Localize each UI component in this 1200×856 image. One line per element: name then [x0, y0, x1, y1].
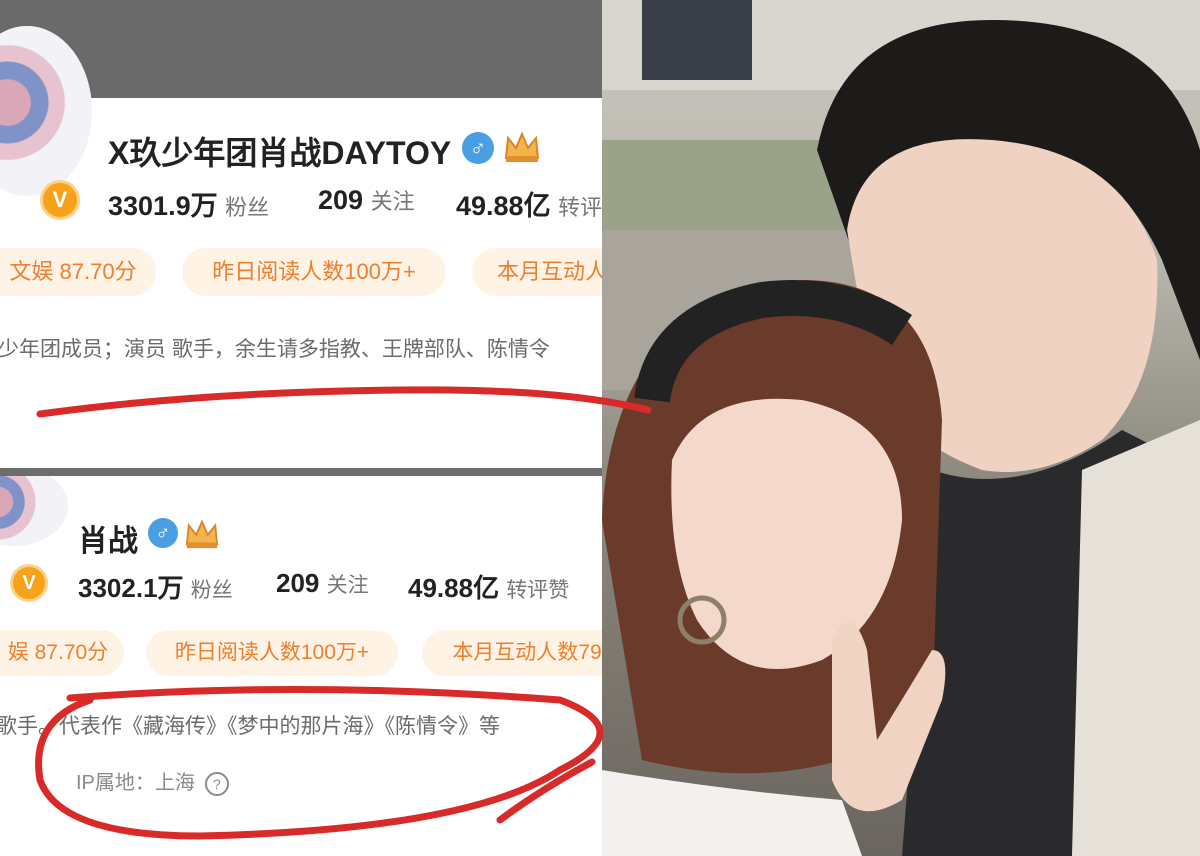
circle-mark	[35, 685, 604, 840]
underline-mark	[36, 386, 652, 418]
red-annotation-marks	[35, 386, 652, 840]
